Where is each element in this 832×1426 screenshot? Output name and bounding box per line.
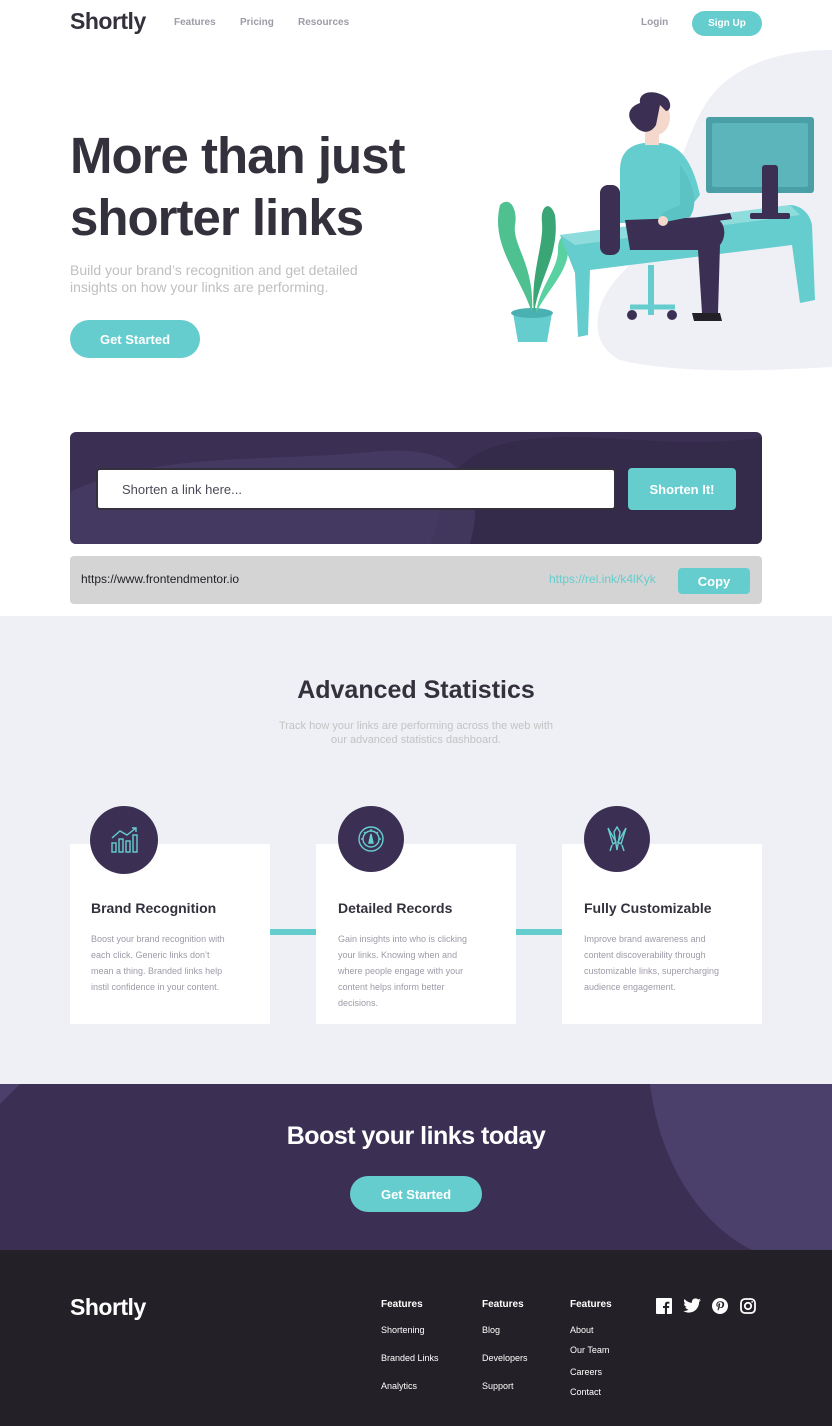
brand-recognition-icon [90, 806, 158, 874]
card-text-line: decisions. [338, 998, 379, 1008]
footer-column-heading: Features [570, 1299, 612, 1310]
card-text-line: audience engagement. [584, 982, 676, 992]
nav-link-features[interactable]: Features [174, 17, 216, 28]
original-url: https://www.frontendmentor.io [81, 572, 240, 586]
nav-link-pricing[interactable]: Pricing [240, 17, 274, 28]
brand-logo[interactable]: Shortly [70, 8, 146, 35]
footer-column-heading: Features [482, 1299, 524, 1310]
footer-link-support[interactable]: Support [482, 1381, 514, 1391]
footer-link-our-team[interactable]: Our Team [570, 1345, 609, 1355]
card-text-line: Improve brand awareness and [584, 934, 706, 944]
card-text-line: each click. Generic links don’t [91, 950, 210, 960]
footer-link-about[interactable]: About [570, 1325, 594, 1335]
working-illustration [497, 50, 832, 371]
hero-title: More than just shorter links [70, 125, 406, 249]
fully-customizable-icon [584, 806, 650, 872]
boost-section [0, 1084, 832, 1250]
statistics-subtitle-line1: Track how your links are performing acro… [278, 720, 554, 732]
card-text-line: your links. Knowing when and [338, 950, 458, 960]
card-text-line: content discoverability through [584, 950, 706, 960]
login-link[interactable]: Login [641, 17, 668, 28]
card-text-line: customizable links, supercharging [584, 966, 720, 976]
card-text-line: Boost your brand recognition with [91, 934, 225, 944]
footer-column-heading: Features [381, 1299, 423, 1310]
card-title-brand-recognition: Brand Recognition [91, 900, 217, 916]
card-title-detailed-records: Detailed Records [338, 900, 453, 916]
boost-bg-pattern [0, 1084, 832, 1250]
card-text-fully-customizable: Improve brand awareness and content disc… [584, 931, 719, 995]
shorten-link-input[interactable] [96, 468, 616, 510]
card-title-fully-customizable: Fully Customizable [584, 900, 712, 916]
footer-brand-logo[interactable]: Shortly [70, 1294, 146, 1321]
footer-link-careers[interactable]: Careers [570, 1367, 602, 1377]
card-text-brand-recognition: Boost your brand recognition with each c… [91, 931, 225, 995]
footer-link-developers[interactable]: Developers [482, 1353, 528, 1363]
shorten-button[interactable]: Shorten It! [628, 468, 736, 510]
boost-get-started-button[interactable]: Get Started [350, 1176, 482, 1212]
hero-title-line2: shorter links [70, 189, 364, 246]
boost-title: Boost your links today [286, 1122, 546, 1150]
footer-link-contact[interactable]: Contact [570, 1387, 601, 1397]
short-url[interactable]: https://rel.ink/k4lKyk [549, 572, 656, 586]
statistics-subtitle: Track how your links are performing acro… [0, 719, 832, 747]
footer-link-analytics[interactable]: Analytics [381, 1381, 417, 1391]
signup-button[interactable]: Sign Up [692, 11, 762, 36]
instagram-icon[interactable] [740, 1298, 756, 1314]
statistics-title: Advanced Statistics [297, 676, 535, 704]
pinterest-icon[interactable] [712, 1298, 728, 1314]
copy-button[interactable]: Copy [678, 568, 750, 594]
card-text-detailed-records: Gain insights into who is clicking your … [338, 931, 467, 1011]
hero-subtitle-line2: insights on how your links are performin… [70, 279, 329, 295]
card-text-line: Gain insights into who is clicking [338, 934, 468, 944]
hero-subtitle: Build your brand’s recognition and get d… [70, 262, 358, 296]
hero-get-started-button[interactable]: Get Started [70, 320, 200, 358]
card-text-line: content helps inform better [338, 982, 445, 992]
detailed-records-icon [338, 806, 404, 872]
footer-link-blog[interactable]: Blog [482, 1325, 500, 1335]
card-text-line: instil confidence in your content. [91, 982, 220, 992]
nav-link-resources[interactable]: Resources [298, 17, 349, 28]
facebook-icon[interactable] [656, 1298, 672, 1314]
hero-subtitle-line1: Build your brand’s recognition and get d… [70, 262, 358, 278]
footer-link-shortening[interactable]: Shortening [381, 1325, 425, 1335]
twitter-icon[interactable] [683, 1298, 701, 1314]
card-text-line: where people engage with your [338, 966, 464, 976]
footer [0, 1250, 832, 1426]
footer-link-branded-links[interactable]: Branded Links [381, 1353, 439, 1363]
card-text-line: mean a thing. Branded links help [91, 966, 223, 976]
hero-title-line1: More than just [70, 127, 406, 184]
statistics-subtitle-line2: our advanced statistics dashboard. [331, 734, 501, 746]
